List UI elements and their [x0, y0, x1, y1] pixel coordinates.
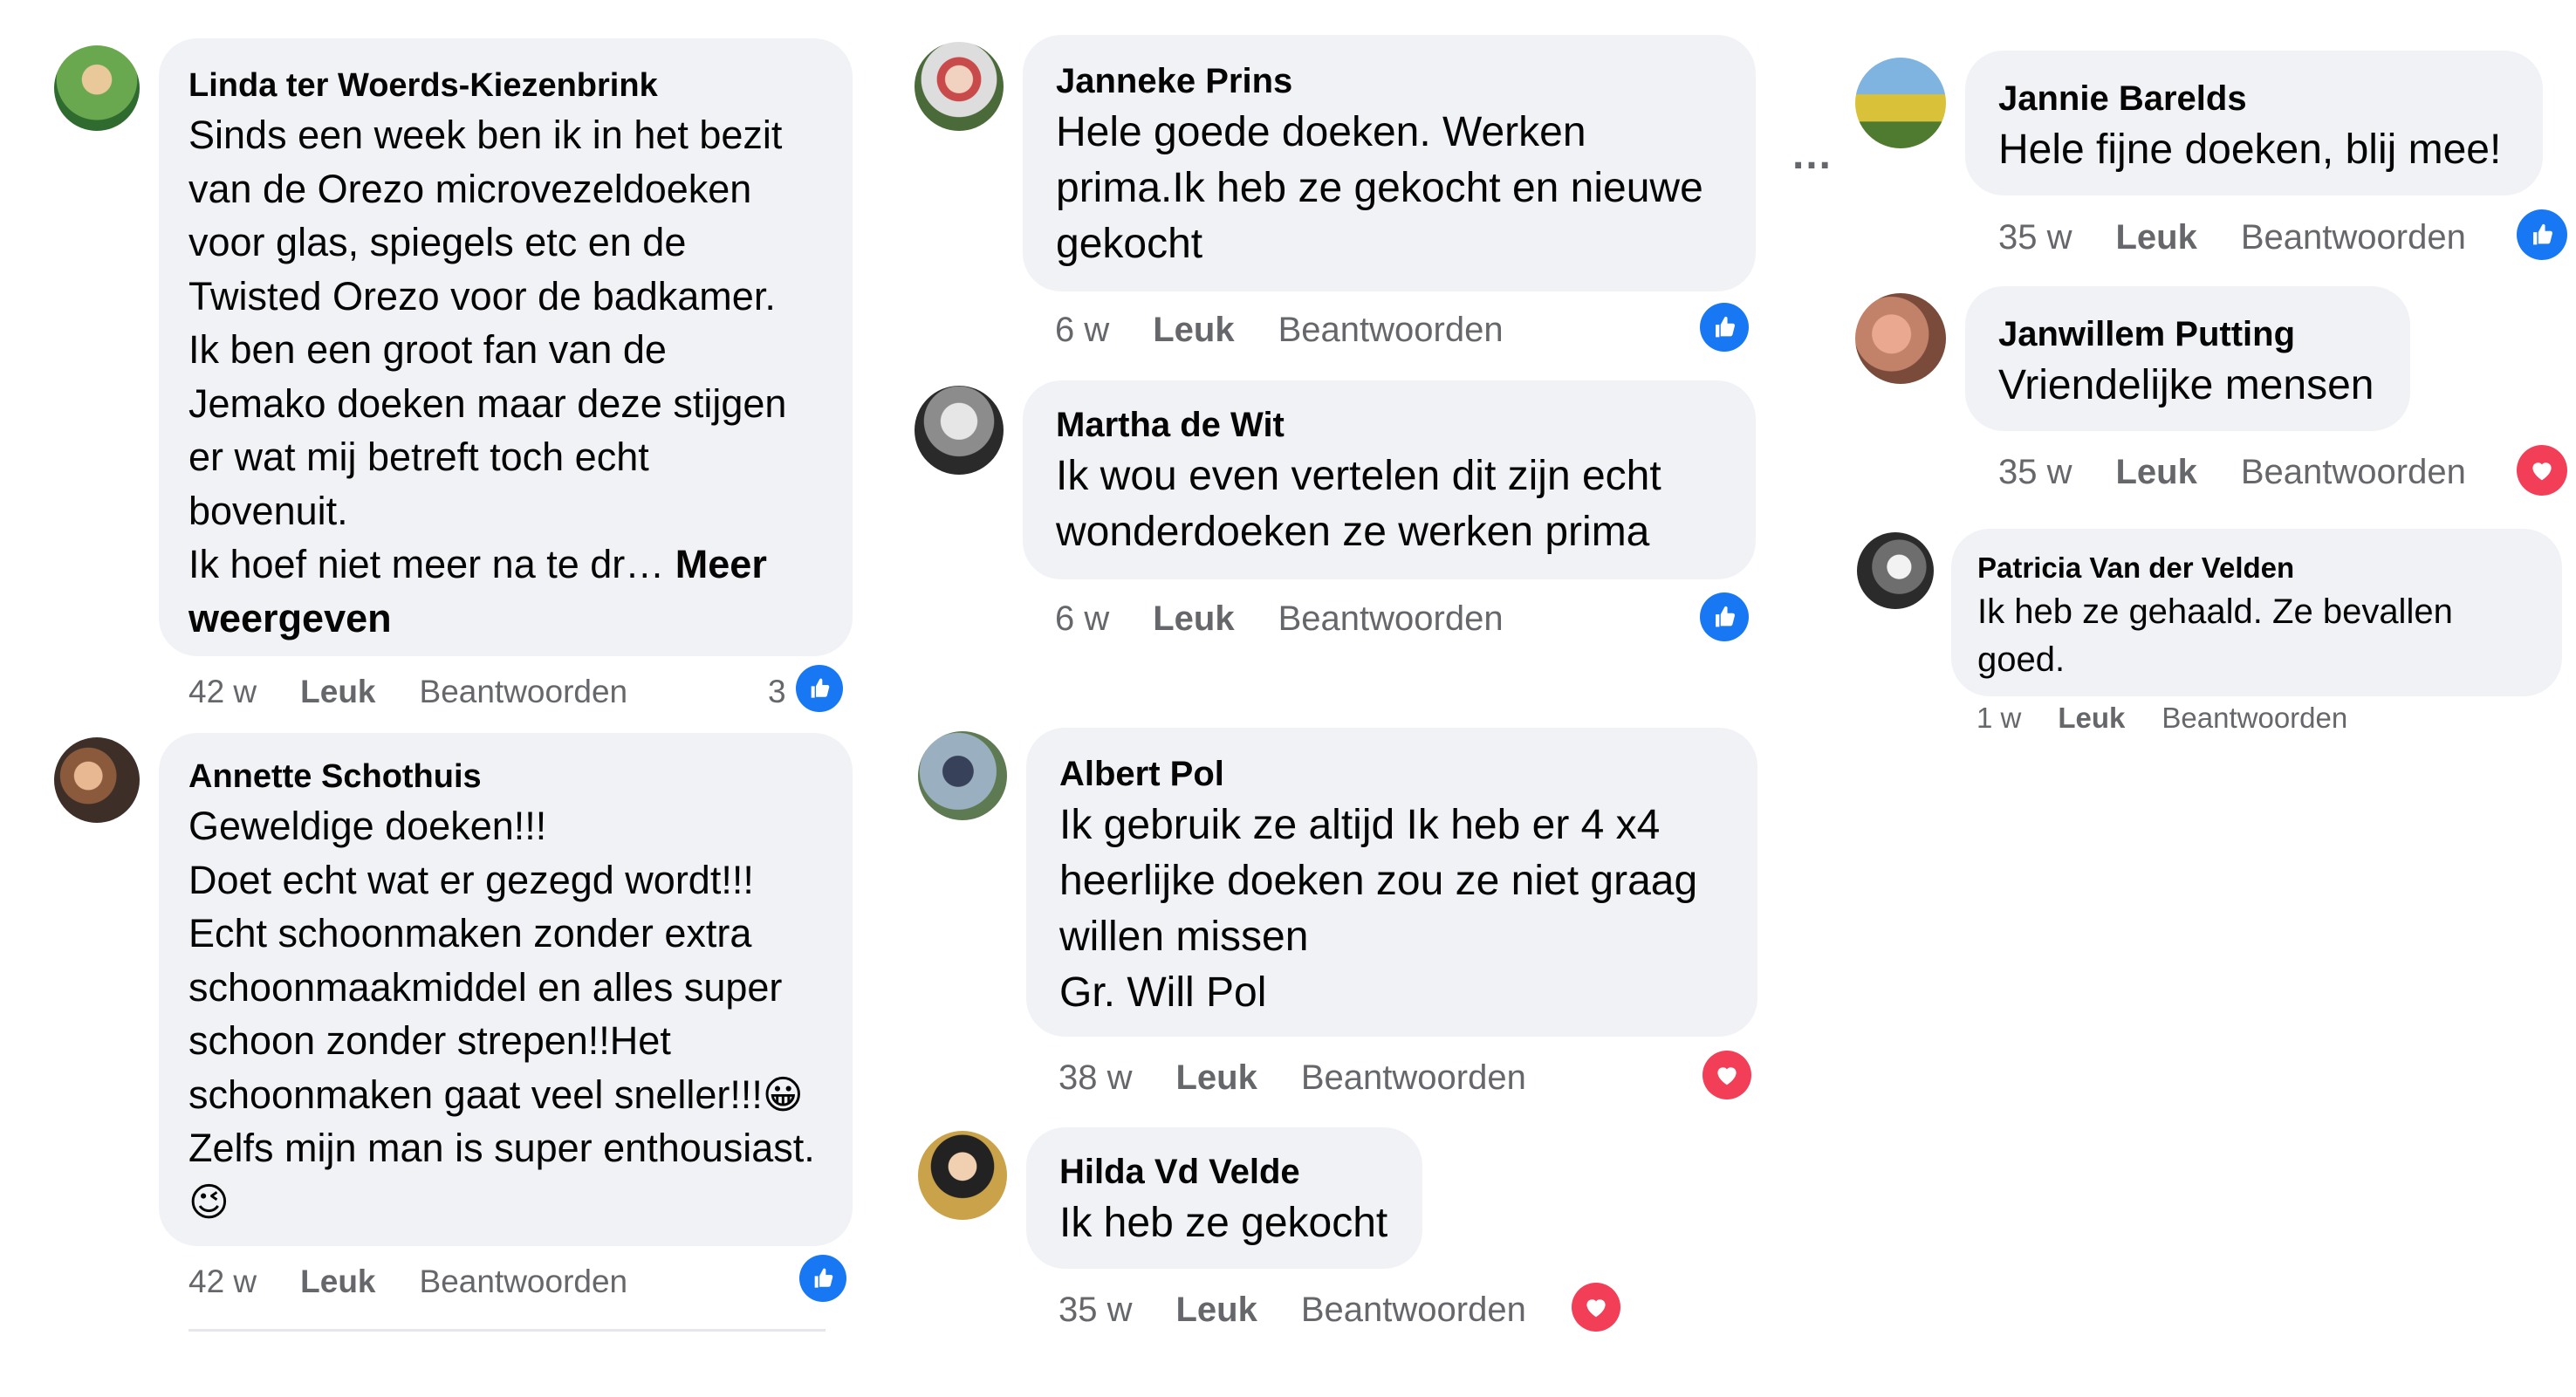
- comment-text: Sinds een week ben ik in het bezit van d…: [188, 113, 787, 533]
- reply-button[interactable]: Beantwoorden: [1301, 1058, 1526, 1098]
- avatar[interactable]: [915, 386, 1004, 475]
- comment-text: Ik gebruik ze altijd Ik heb er 4 x4 heer…: [1059, 802, 1698, 1016]
- comment-time[interactable]: 35 w: [1998, 218, 2072, 257]
- comment-author[interactable]: Janwillem Putting: [1998, 311, 2410, 358]
- comment-actions: 35 w Leuk Beantwoorden: [1998, 213, 2466, 262]
- comment-text: Ik wou even vertelen dit zijn echt wonde…: [1056, 453, 1661, 555]
- comment-author[interactable]: Jannie Barelds: [1998, 75, 2543, 122]
- comment-time[interactable]: 1 w: [1977, 702, 2021, 735]
- comment-text: Hele fijne doeken, blij mee!: [1998, 127, 2502, 173]
- avatar[interactable]: [918, 731, 1007, 820]
- comment-time[interactable]: 35 w: [1058, 1291, 1133, 1330]
- reply-button[interactable]: Beantwoorden: [420, 674, 628, 710]
- avatar[interactable]: [54, 45, 140, 131]
- comment-author[interactable]: Patricia Van der Velden: [1977, 548, 2562, 588]
- comment-text: Ik heb ze gekocht: [1059, 1200, 1388, 1246]
- comment-bubble: Linda ter Woerds-Kiezenbrink Sinds een w…: [159, 38, 853, 656]
- love-reaction-icon[interactable]: [1572, 1283, 1620, 1332]
- avatar[interactable]: [1855, 58, 1946, 148]
- like-button[interactable]: Leuk: [2116, 218, 2197, 257]
- avatar[interactable]: [1857, 532, 1934, 609]
- like-button[interactable]: Leuk: [1153, 599, 1234, 639]
- divider: [188, 1329, 826, 1332]
- reply-button[interactable]: Beantwoorden: [2241, 453, 2466, 492]
- comment-bubble: Janwillem Putting Vriendelijke mensen: [1965, 286, 2410, 431]
- like-button[interactable]: Leuk: [2058, 702, 2125, 735]
- like-button[interactable]: Leuk: [2116, 453, 2197, 492]
- comment-bubble: Hilda Vd Velde Ik heb ze gekocht: [1026, 1127, 1422, 1269]
- like-reaction-icon[interactable]: [799, 1255, 846, 1302]
- like-reaction-icon[interactable]: [796, 665, 843, 712]
- comment-actions: 42 w Leuk Beantwoorden: [188, 1260, 627, 1304]
- like-button[interactable]: Leuk: [1153, 311, 1234, 350]
- love-reaction-icon[interactable]: [1702, 1051, 1751, 1099]
- like-button[interactable]: Leuk: [300, 1263, 375, 1300]
- comment-actions: 38 w Leuk Beantwoorden: [1058, 1053, 1526, 1102]
- comment-time[interactable]: 42 w: [188, 1263, 257, 1300]
- reply-button[interactable]: Beantwoorden: [1278, 311, 1504, 350]
- like-reaction-icon[interactable]: [2517, 209, 2567, 260]
- comment-text: Hele goede doeken. Werken prima.Ik heb z…: [1056, 109, 1703, 267]
- reply-button[interactable]: Beantwoorden: [420, 1263, 628, 1300]
- like-button[interactable]: Leuk: [300, 674, 375, 710]
- comment-time[interactable]: 35 w: [1998, 453, 2072, 492]
- comment-author[interactable]: Janneke Prins: [1056, 58, 1756, 105]
- comment-text: Geweldige doeken!!! Doet echt wat er gez…: [188, 804, 815, 1224]
- comment-actions: 35 w Leuk Beantwoorden: [1058, 1285, 1526, 1334]
- comment-author[interactable]: Annette Schothuis: [188, 754, 853, 799]
- more-options-icon[interactable]: …: [1791, 134, 1836, 176]
- comment-time[interactable]: 6 w: [1055, 311, 1109, 350]
- reply-button[interactable]: Beantwoorden: [1278, 599, 1504, 639]
- comment-text: Vriendelijke mensen: [1998, 362, 2374, 408]
- comment-actions: 1 w Leuk Beantwoorden: [1977, 698, 2347, 738]
- like-reaction-icon[interactable]: [1700, 592, 1749, 641]
- reply-button[interactable]: Beantwoorden: [2241, 218, 2466, 257]
- comment-text-truncated: Ik hoef niet meer na te dr…: [188, 542, 665, 586]
- comment-author[interactable]: Albert Pol: [1059, 750, 1757, 798]
- comment-author[interactable]: Linda ter Woerds-Kiezenbrink: [188, 63, 853, 108]
- reaction-count[interactable]: 3: [768, 670, 786, 714]
- like-button[interactable]: Leuk: [1176, 1058, 1257, 1098]
- avatar[interactable]: [918, 1131, 1007, 1220]
- reply-button[interactable]: Beantwoorden: [1301, 1291, 1526, 1330]
- comment-actions: 6 w Leuk Beantwoorden: [1055, 305, 1504, 354]
- comment-author[interactable]: Hilda Vd Velde: [1059, 1148, 1422, 1195]
- comment-time[interactable]: 38 w: [1058, 1058, 1133, 1098]
- comment-actions: 6 w Leuk Beantwoorden: [1055, 594, 1504, 643]
- comment-bubble: Martha de Wit Ik wou even vertelen dit z…: [1023, 380, 1756, 579]
- comment-bubble: Patricia Van der Velden Ik heb ze gehaal…: [1951, 529, 2562, 696]
- comment-bubble: Jannie Barelds Hele fijne doeken, blij m…: [1965, 51, 2543, 195]
- comment-bubble: Albert Pol Ik gebruik ze altijd Ik heb e…: [1026, 728, 1757, 1037]
- comment-bubble: Janneke Prins Hele goede doeken. Werken …: [1023, 35, 1756, 291]
- comment-actions: 42 w Leuk Beantwoorden: [188, 670, 627, 714]
- love-reaction-icon[interactable]: [2517, 445, 2567, 496]
- comment-text: Ik heb ze gehaald. Ze bevallen goed.: [1977, 592, 2453, 679]
- comment-bubble: Annette Schothuis Geweldige doeken!!! Do…: [159, 733, 853, 1246]
- avatar[interactable]: [1855, 293, 1946, 384]
- avatar[interactable]: [54, 737, 140, 823]
- comment-time[interactable]: 42 w: [188, 674, 257, 710]
- avatar[interactable]: [915, 42, 1004, 131]
- reply-button[interactable]: Beantwoorden: [2162, 702, 2347, 735]
- like-button[interactable]: Leuk: [1176, 1291, 1257, 1330]
- like-reaction-icon[interactable]: [1700, 303, 1749, 352]
- comment-time[interactable]: 6 w: [1055, 599, 1109, 639]
- comment-actions: 35 w Leuk Beantwoorden: [1998, 448, 2466, 496]
- comment-text-tail: Ik hoef niet meer na te dr… Meer weergev…: [188, 538, 853, 645]
- comment-author[interactable]: Martha de Wit: [1056, 401, 1756, 449]
